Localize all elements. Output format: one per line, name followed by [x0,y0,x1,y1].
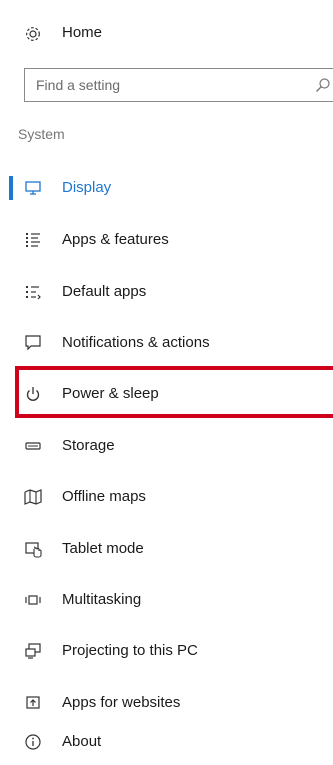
list-icon [24,231,42,249]
drive-icon [24,437,42,455]
tablet-icon [24,540,42,558]
sidebar-item-label: Display [62,179,112,196]
sidebar-item-label: Projecting to this PC [62,642,198,659]
sidebar-item-label: Tablet mode [62,540,144,557]
highlight-box [15,366,333,418]
gear-icon [24,25,42,43]
sidebar-item-label: Multitasking [62,591,142,608]
sidebar-item-storage[interactable]: Storage [0,426,333,466]
home-label: Home [62,24,103,41]
sidebar-item-apps-features[interactable]: Apps & features [0,220,333,260]
monitor-icon [24,179,42,197]
sidebar-item-label: About [62,733,102,750]
web-app-icon [24,694,42,712]
search-placeholder[interactable]: Find a setting [36,77,120,93]
sidebar-item-multitasking[interactable]: Multitasking [0,580,333,620]
sidebar-item-about[interactable]: About [0,722,333,762]
info-icon [24,733,42,751]
sidebar-item-label: Default apps [62,283,147,300]
project-icon [24,642,42,660]
sidebar-item-label: Notifications & actions [62,334,210,351]
sidebar-item-tablet-mode[interactable]: Tablet mode [0,529,333,569]
sidebar-item-label: Storage [62,437,115,454]
section-header: System [18,126,65,142]
sidebar-item-default-apps[interactable]: Default apps [0,272,333,312]
sidebar-item-label: Apps for websites [62,694,181,711]
sidebar-item-display[interactable]: Display [0,168,333,208]
sidebar-item-offline-maps[interactable]: Offline maps [0,477,333,517]
map-icon [24,488,42,506]
default-apps-icon [24,283,42,301]
sidebar-item-apps-for-websites[interactable]: Apps for websites [0,683,333,723]
search-icon[interactable] [315,77,331,93]
sidebar-item-notifications[interactable]: Notifications & actions [0,323,333,363]
sidebar-item-projecting[interactable]: Projecting to this PC [0,631,333,671]
sidebar-item-label: Apps & features [62,231,169,248]
home-link[interactable]: Home [0,16,333,52]
sidebar-item-label: Offline maps [62,488,146,505]
search-box[interactable]: Find a setting [24,68,333,102]
message-icon [24,334,42,352]
multitask-icon [24,591,42,609]
